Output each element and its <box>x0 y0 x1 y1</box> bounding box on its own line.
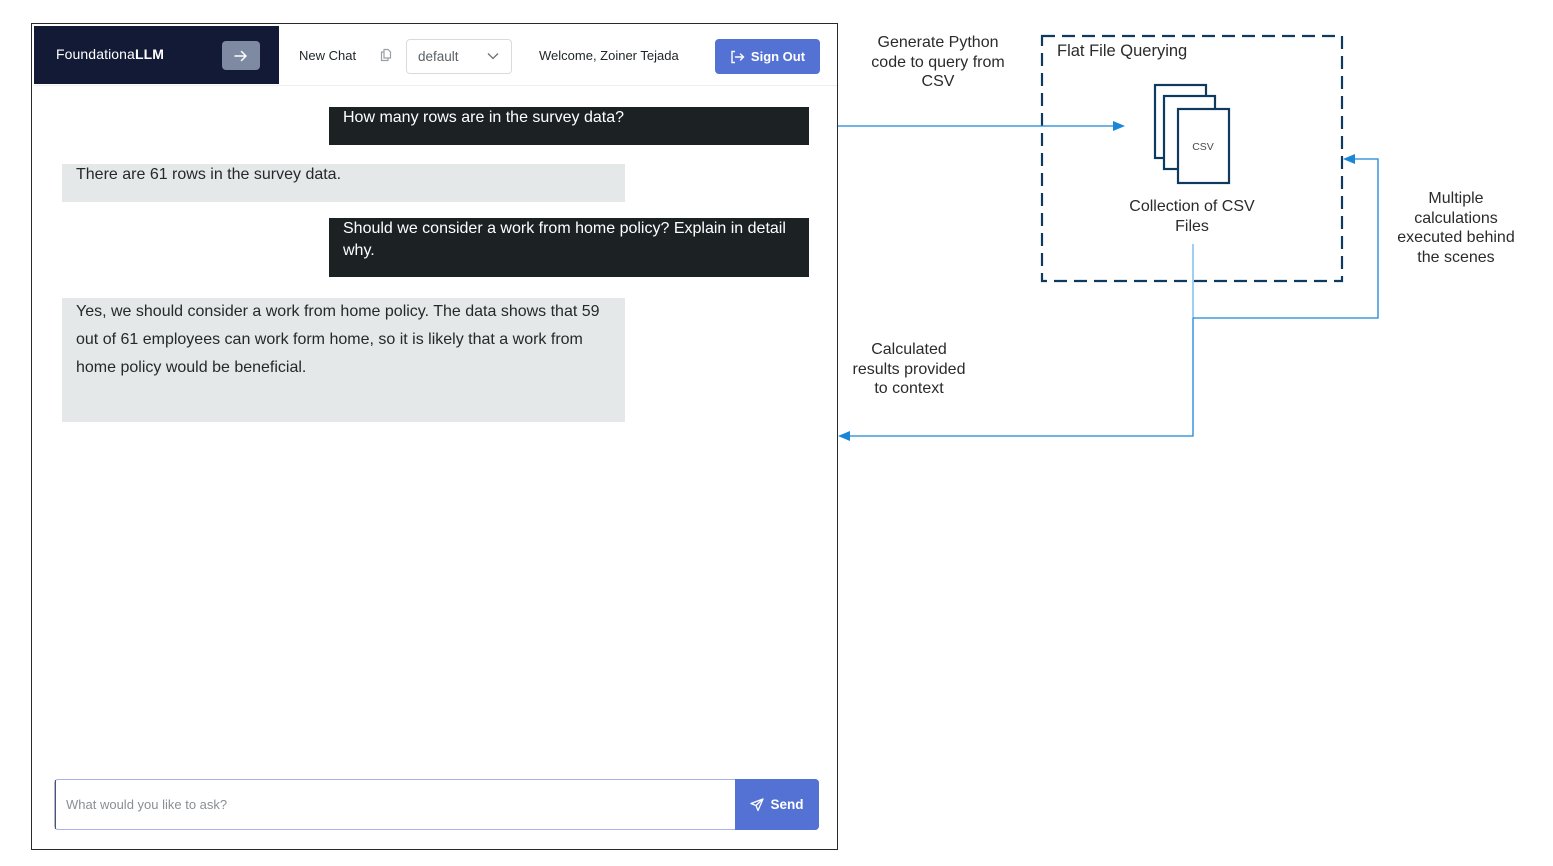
csv-files-icon <box>1153 83 1231 185</box>
arrow-right-icon <box>234 50 247 61</box>
flat-file-querying-box <box>1040 34 1344 283</box>
session-select[interactable]: default <box>406 39 512 74</box>
brand-logo: FoundationaLLM <box>56 46 164 62</box>
message-composer: Send <box>54 779 819 830</box>
brand-suffix: LLM <box>134 46 165 62</box>
chat-app-window: FoundationaLLM New Chat default Welcome,… <box>31 23 838 850</box>
sign-out-label: Sign Out <box>750 49 806 64</box>
send-label: Send <box>770 797 804 812</box>
csv-file-label: CSV <box>1192 141 1214 153</box>
assistant-message: Yes, we should consider a work from home… <box>62 298 625 422</box>
brand-panel: FoundationaLLM <box>34 26 279 84</box>
file-collection-label: Collection of CSV Files <box>1129 198 1255 235</box>
app-header: FoundationaLLM New Chat default Welcome,… <box>34 26 837 86</box>
sidebar-toggle-button[interactable] <box>222 41 260 70</box>
box-title: Flat File Querying <box>1057 42 1188 60</box>
user-message: Should we consider a work from home poli… <box>329 218 809 277</box>
welcome-text: Welcome, Zoiner Tejada <box>539 48 679 63</box>
arrow-label-generate-code: Generate Python code to query from CSV <box>871 34 1005 90</box>
arrowhead-left <box>838 431 850 441</box>
message-input[interactable] <box>55 780 736 829</box>
copy-icon[interactable] <box>380 48 392 62</box>
chevron-down-icon <box>487 53 499 60</box>
send-icon <box>750 797 765 811</box>
new-chat-button[interactable]: New Chat <box>299 48 356 63</box>
assistant-message: There are 61 rows in the survey data. <box>62 164 625 202</box>
sign-out-icon <box>731 50 745 63</box>
sign-out-button[interactable]: Sign Out <box>715 39 820 74</box>
arrow-loop <box>1192 154 1379 319</box>
session-select-value: default <box>418 49 459 64</box>
arrow-label-calculated-results: Calculated results provided to context <box>852 341 966 397</box>
arrow-to-box <box>838 121 1125 131</box>
send-button[interactable]: Send <box>735 779 819 830</box>
arrow-label-multiple-calculations: Multiple calculations executed behind th… <box>1397 190 1515 266</box>
user-message: How many rows are in the survey data? <box>329 107 809 145</box>
brand-prefix: Foundationa <box>56 46 135 62</box>
arrowhead-right <box>1113 121 1125 131</box>
arrowhead-left <box>1343 154 1355 164</box>
